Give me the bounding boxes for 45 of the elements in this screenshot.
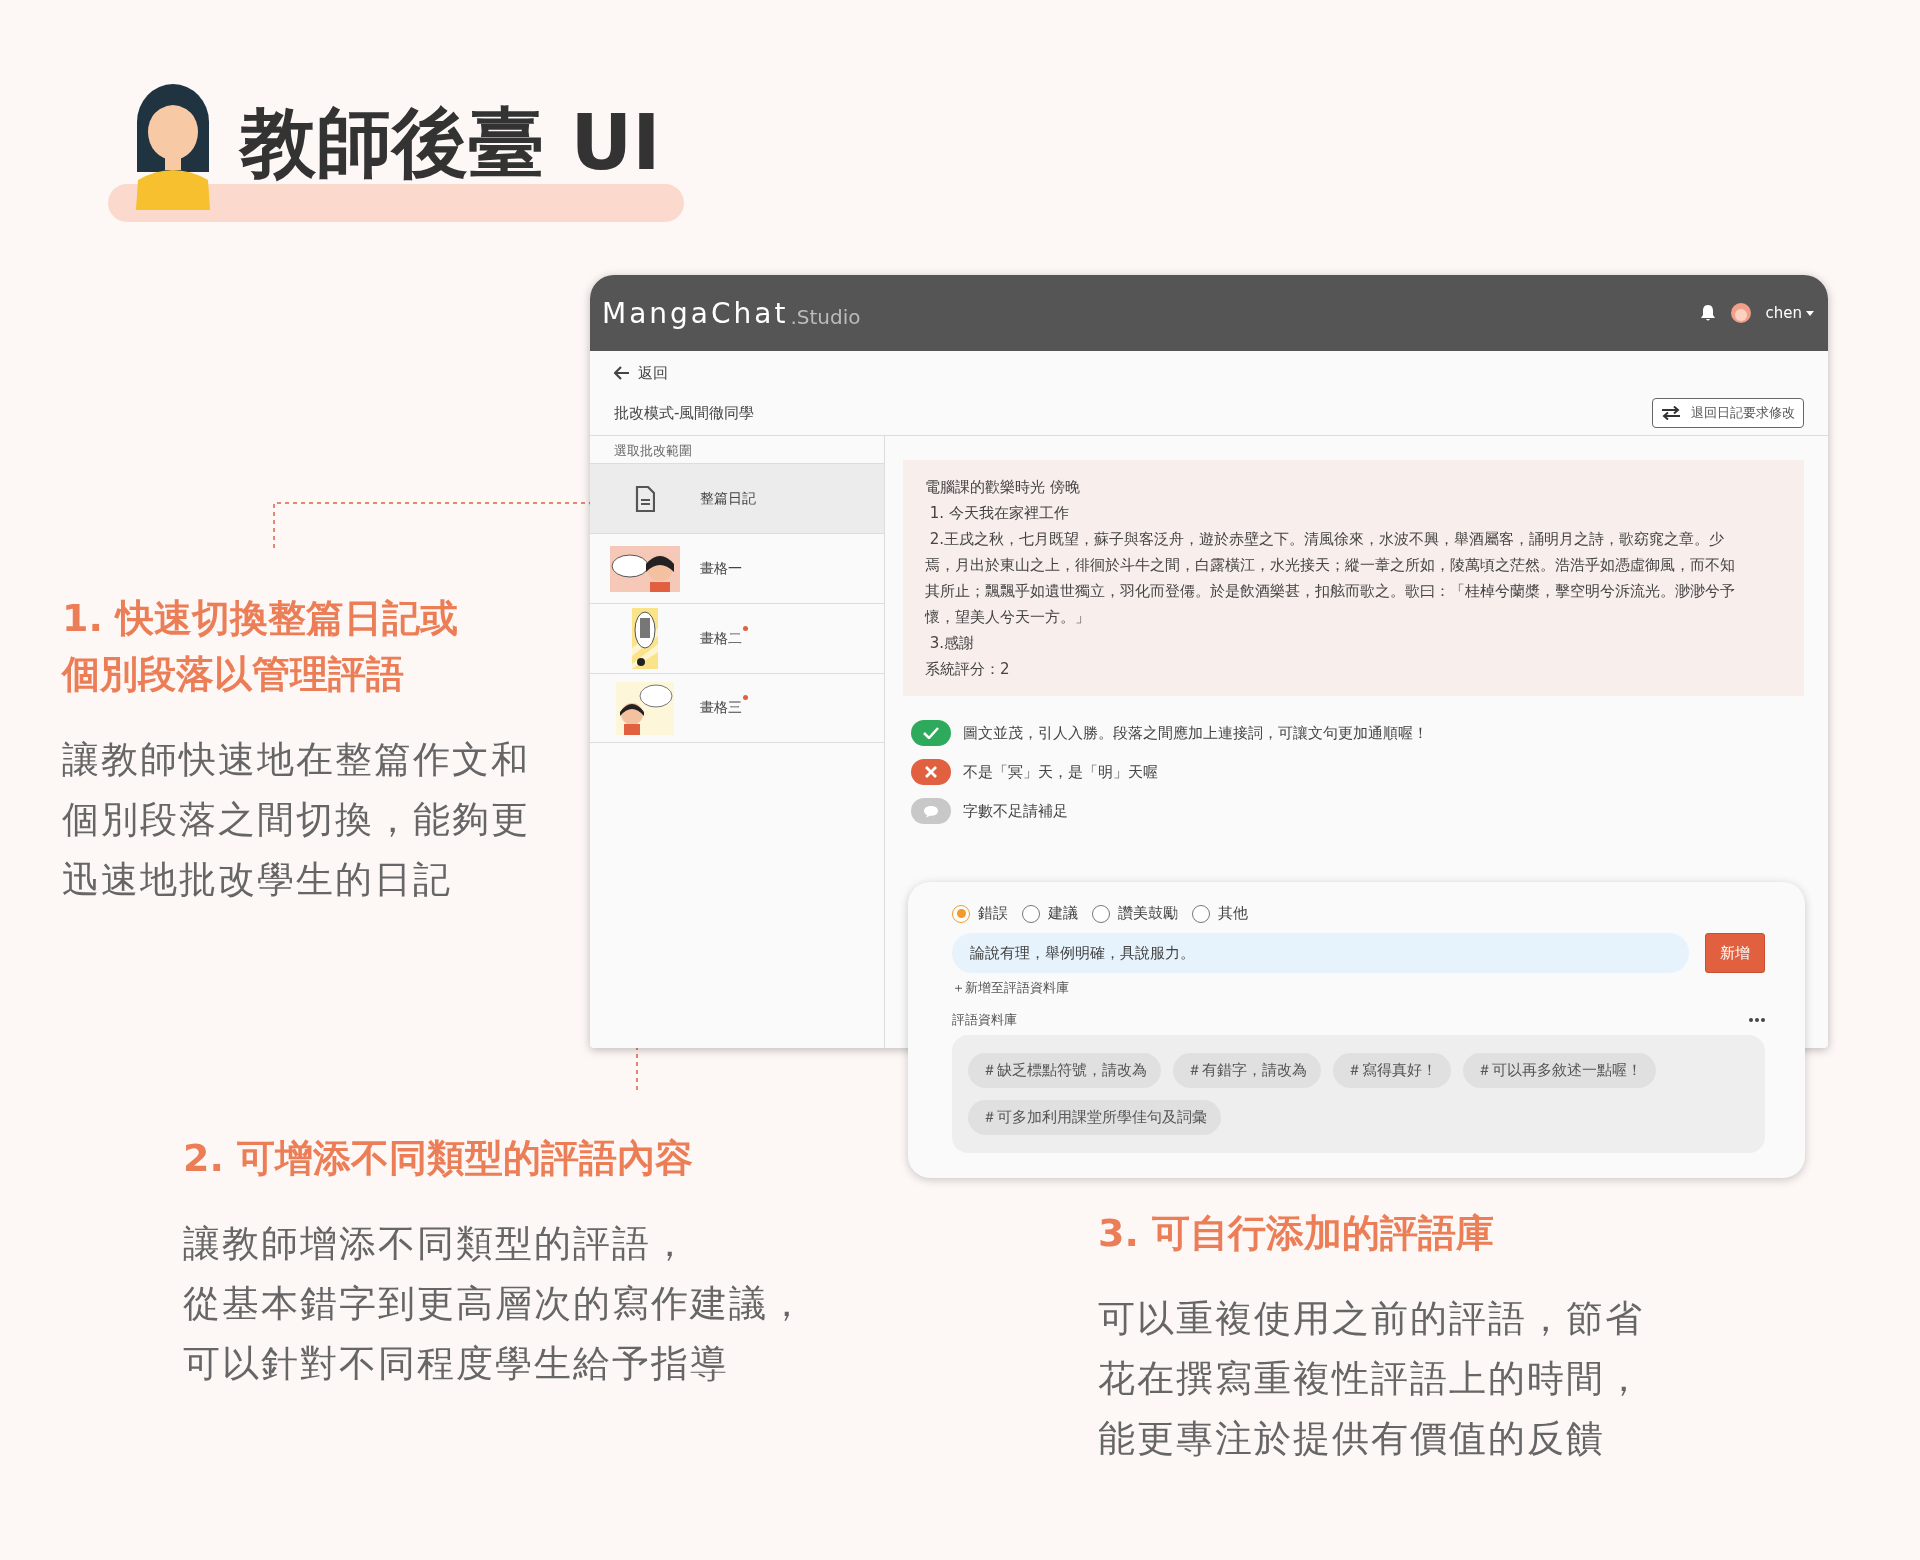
brand-logo: MangaChat [602,296,789,330]
section-description: 讓教師快速地在整篇作文和 個別段落之間切換，能夠更 迅速地批改學生的日記 [62,737,530,903]
section-heading: 1. 快速切換整篇日記或 個別段落以管理評語 [62,595,460,698]
library-label: 評語資料庫 [952,1011,1017,1029]
comment-type-radio[interactable]: 錯誤 [952,904,1008,923]
brand-suffix: .Studio [790,305,861,329]
section-label: 選取批改範圍 [613,442,693,460]
section-description: 可以重複使用之前的評語，節省 花在撰寫重複性評語上的時間， 能更專注於提供有價值的反饋 [1098,1296,1644,1462]
swap-arrows-icon [1661,406,1681,420]
add-to-library-link[interactable]: ＋新增至評語資料庫 [952,979,1069,997]
diary-text: 電腦課的歡樂時光 傍晚 1. 今天我在家裡工作 2.王戌之秋，七月既望，蘇子與客泛舟，遊於赤壁之下。清風徐來，水波不興，舉酒屬客，誦明月之詩，歌窈窕之章。少 焉，月出於東山之上，徘徊於斗牛之間，白露橫江，水光接天；縱一葦之所如，陵萬頃之茫然。浩浩乎如憑虛御風，而不知 其所止；飄飄乎如遺世獨立，羽化而登僊。於是飲酒樂甚，扣舷而歌之。歌曰：「桂棹兮蘭槳，擊空明兮泝流光。渺渺兮予 懷，望美人兮天一方。」 3.感謝 系統評分：2 [903,460,1804,696]
comment-tag[interactable]: ＃寫得真好！ [1333,1053,1451,1088]
comment-tag[interactable]: ＃可以再多敘述一點喔！ [1463,1053,1656,1088]
comment-type-radio[interactable]: 其他 [1192,904,1248,923]
comment-type-radio[interactable]: 建議 [1022,904,1078,923]
back-arrow-icon[interactable] [614,366,630,380]
range-item[interactable]: 整篇日記 [590,463,884,533]
comment-input[interactable]: 論說有理，舉例明確，具說服力。 [952,933,1689,973]
back-link[interactable]: 返回 [638,363,668,383]
comment-text: 不是「冥」天，是「明」天喔 [963,762,1158,782]
section-heading: 3. 可自行添加的評語庫 [1098,1210,1496,1257]
caret-icon[interactable] [1806,310,1814,316]
more-icon[interactable] [1749,1018,1765,1022]
comment-tag[interactable]: ＃缺乏標點符號，請改為 [968,1053,1161,1088]
comment-type-radio[interactable]: 讚美鼓勵 [1092,904,1178,923]
comment-text: 圖文並茂，引人入勝。段落之間應加上連接詞，可讓文句更加通順喔！ [963,723,1428,743]
page-title: 教師後臺 UI [240,104,661,182]
comment-text: 字數不足請補足 [963,801,1068,821]
add-button[interactable]: 新增 [1705,933,1765,973]
user-menu[interactable]: chen [1765,304,1802,322]
section-description: 讓教師增添不同類型的評語， 從基本錯字到更高層次的寫作建議， 可以針對不同程度學生給予指導 [183,1221,807,1387]
comment-tag[interactable]: ＃可多加利用課堂所學佳句及詞彙 [968,1100,1221,1135]
comment-tag[interactable]: ＃有錯字，請改為 [1173,1053,1321,1088]
avatar-icon[interactable] [1729,302,1752,324]
speech-bubble-icon [923,804,939,818]
page-heading: 批改模式-風間徹同學 [614,403,755,423]
bell-icon[interactable] [1699,304,1716,322]
range-item[interactable]: 畫格三 [590,673,884,743]
document-icon [635,485,655,512]
range-item[interactable]: 畫格一 [590,533,884,603]
section-heading: 2. 可增添不同類型的評語內容 [183,1135,695,1182]
check-icon [923,727,939,739]
close-icon [925,766,937,778]
return-diary-button[interactable]: 退回日記要求修改 [1652,398,1804,428]
range-item[interactable]: 畫格二 [590,603,884,673]
